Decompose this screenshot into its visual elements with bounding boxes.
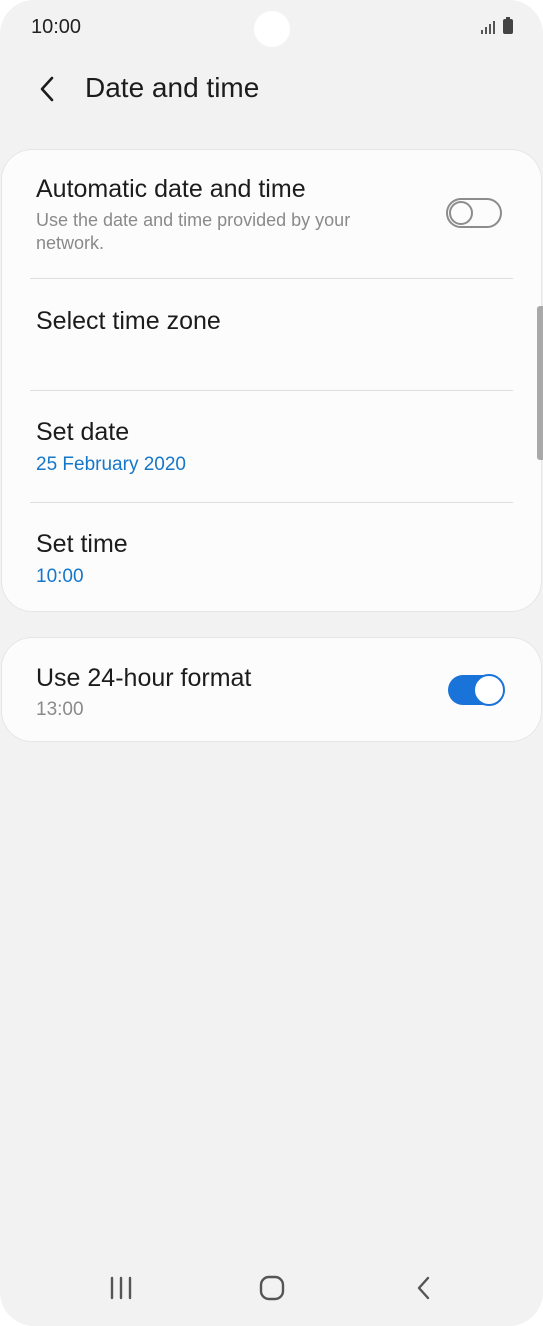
use-24-hour-format-title: Use 24-hour format [36, 664, 252, 692]
home-icon [259, 1275, 285, 1301]
select-time-zone-title: Select time zone [36, 307, 221, 335]
use-24-hour-format-value: 13:00 [36, 699, 84, 720]
set-time-title: Set time [36, 530, 128, 558]
signal-icon [481, 20, 495, 34]
battery-icon [503, 17, 513, 34]
status-icons [481, 17, 513, 34]
set-date-title: Set date [36, 418, 130, 446]
nav-back-button[interactable] [394, 1266, 454, 1310]
chevron-left-icon [40, 76, 54, 102]
set-time-value: 10:00 [36, 566, 84, 587]
use-24-hour-format-row[interactable]: Use 24-hour format 13:00 [2, 638, 541, 741]
phone-screen: 10:00 Date and time Automatic date and t… [0, 0, 543, 1326]
front-camera-cutout [254, 11, 290, 47]
set-date-row[interactable]: Set date 25 February 2020 [2, 391, 541, 502]
automatic-date-time-toggle[interactable] [446, 198, 502, 228]
hour-format-card: Use 24-hour format 13:00 [2, 638, 541, 741]
back-icon [417, 1276, 430, 1300]
back-button[interactable] [24, 66, 70, 112]
automatic-date-time-row[interactable]: Automatic date and time Use the date and… [2, 150, 541, 278]
status-time: 10:00 [31, 16, 82, 38]
toggle-knob [473, 674, 505, 706]
set-time-row[interactable]: Set time 10:00 [2, 503, 541, 611]
date-time-settings-card: Automatic date and time Use the date and… [2, 150, 541, 611]
scrollbar[interactable] [537, 306, 543, 460]
use-24-hour-format-toggle[interactable] [448, 674, 505, 706]
set-date-value: 25 February 2020 [36, 454, 186, 475]
select-time-zone-row[interactable]: Select time zone [2, 279, 541, 390]
automatic-date-time-title: Automatic date and time [36, 175, 306, 203]
page-title: Date and time [85, 72, 260, 103]
home-button[interactable] [242, 1266, 302, 1310]
toggle-knob [449, 201, 473, 225]
recent-apps-icon [110, 1276, 132, 1300]
automatic-date-time-subtitle: Use the date and time provided by your n… [36, 210, 351, 253]
recent-apps-button[interactable] [91, 1266, 151, 1310]
